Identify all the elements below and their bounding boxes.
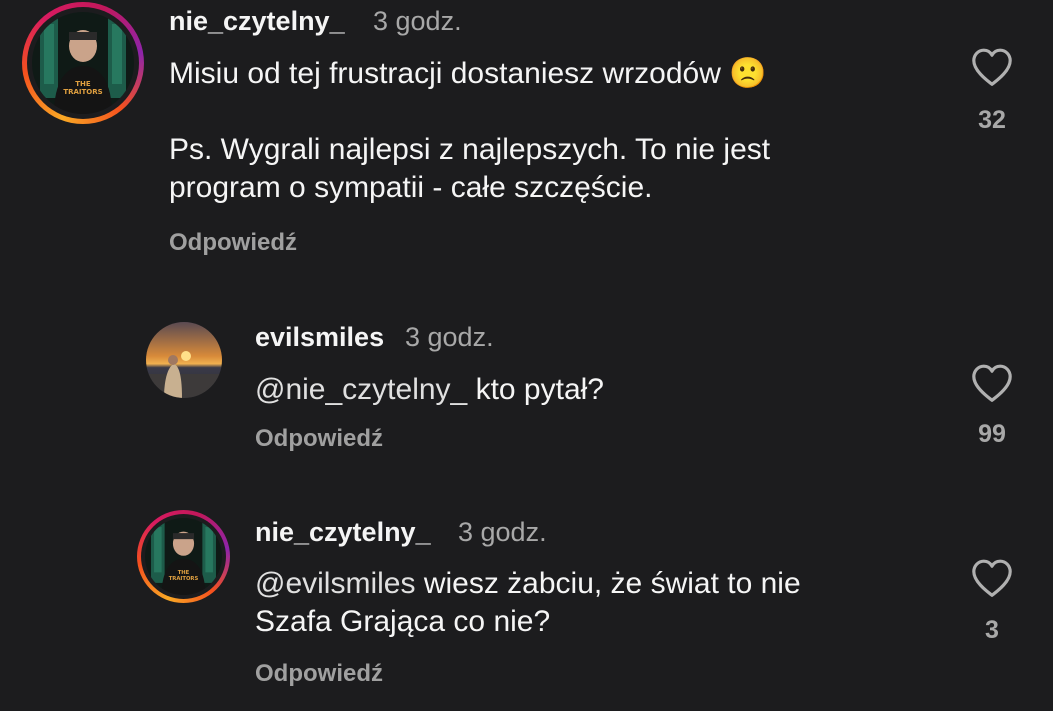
avatar-nie-czytelny[interactable]: THE TRAITORS (137, 510, 230, 603)
heart-outline-icon[interactable] (970, 47, 1014, 87)
svg-text:TRAITORS: TRAITORS (63, 88, 102, 96)
svg-text:TRAITORS: TRAITORS (169, 576, 199, 582)
comment-timestamp: 3 godz. (405, 322, 494, 352)
comment-3: THE TRAITORS nie_czytelny_ 3 godz. @evil… (0, 500, 1053, 711)
comment-1: THE TRAITORS nie_czytelny_ 3 godz. Misiu… (0, 0, 1053, 300)
reply-button[interactable]: Odpowiedź (255, 660, 383, 688)
comment-text: @nie_czytelny_ kto pytał? (255, 371, 935, 409)
comment-text-line: Ps. Wygrali najlepsi z najlepszych. To n… (169, 133, 771, 166)
comment-text-content: wiesz żabciu, że świat to nie (415, 567, 801, 600)
svg-text:THE: THE (178, 570, 190, 576)
avatar-evilsmiles[interactable] (146, 322, 222, 398)
comment-username[interactable]: nie_czytelny_ (169, 6, 345, 37)
comment-username[interactable]: nie_czytelny_ (255, 517, 431, 548)
comment-text: Misiu od tej frustracji dostaniesz wrzod… (169, 55, 929, 207)
avatar-image: THE TRAITORS (32, 12, 134, 114)
avatar-image (146, 322, 222, 398)
comment-text-content: kto pytał? (467, 373, 604, 406)
mention-link[interactable]: @nie_czytelny_ (255, 373, 467, 406)
avatar-image: THE TRAITORS (145, 518, 222, 595)
comment-timestamp: 3 godz. (373, 6, 462, 36)
comment-timestamp: 3 godz. (458, 517, 547, 547)
comment-2: evilsmiles 3 godz. @nie_czytelny_ kto py… (0, 300, 1053, 500)
like-count: 99 (978, 420, 1006, 448)
heart-outline-icon[interactable] (970, 363, 1014, 403)
heart-outline-icon[interactable] (970, 558, 1014, 598)
avatar-logo-text: THE (75, 80, 91, 88)
comment-text-line: Misiu od tej frustracji dostaniesz wrzod… (169, 57, 767, 90)
comment-text-line: Szafa Grająca co nie? (255, 605, 551, 638)
mention-link[interactable]: @evilsmiles (255, 567, 415, 600)
comment-text-line: program o sympatii - całe szczęście. (169, 171, 653, 204)
avatar-nie-czytelny[interactable]: THE TRAITORS (22, 2, 144, 124)
comment-text: @evilsmiles wiesz żabciu, że świat to ni… (255, 565, 955, 641)
reply-button[interactable]: Odpowiedź (255, 425, 383, 453)
like-count: 3 (985, 616, 999, 644)
comment-username[interactable]: evilsmiles (255, 322, 384, 353)
reply-button[interactable]: Odpowiedź (169, 229, 297, 257)
like-count: 32 (978, 106, 1006, 134)
